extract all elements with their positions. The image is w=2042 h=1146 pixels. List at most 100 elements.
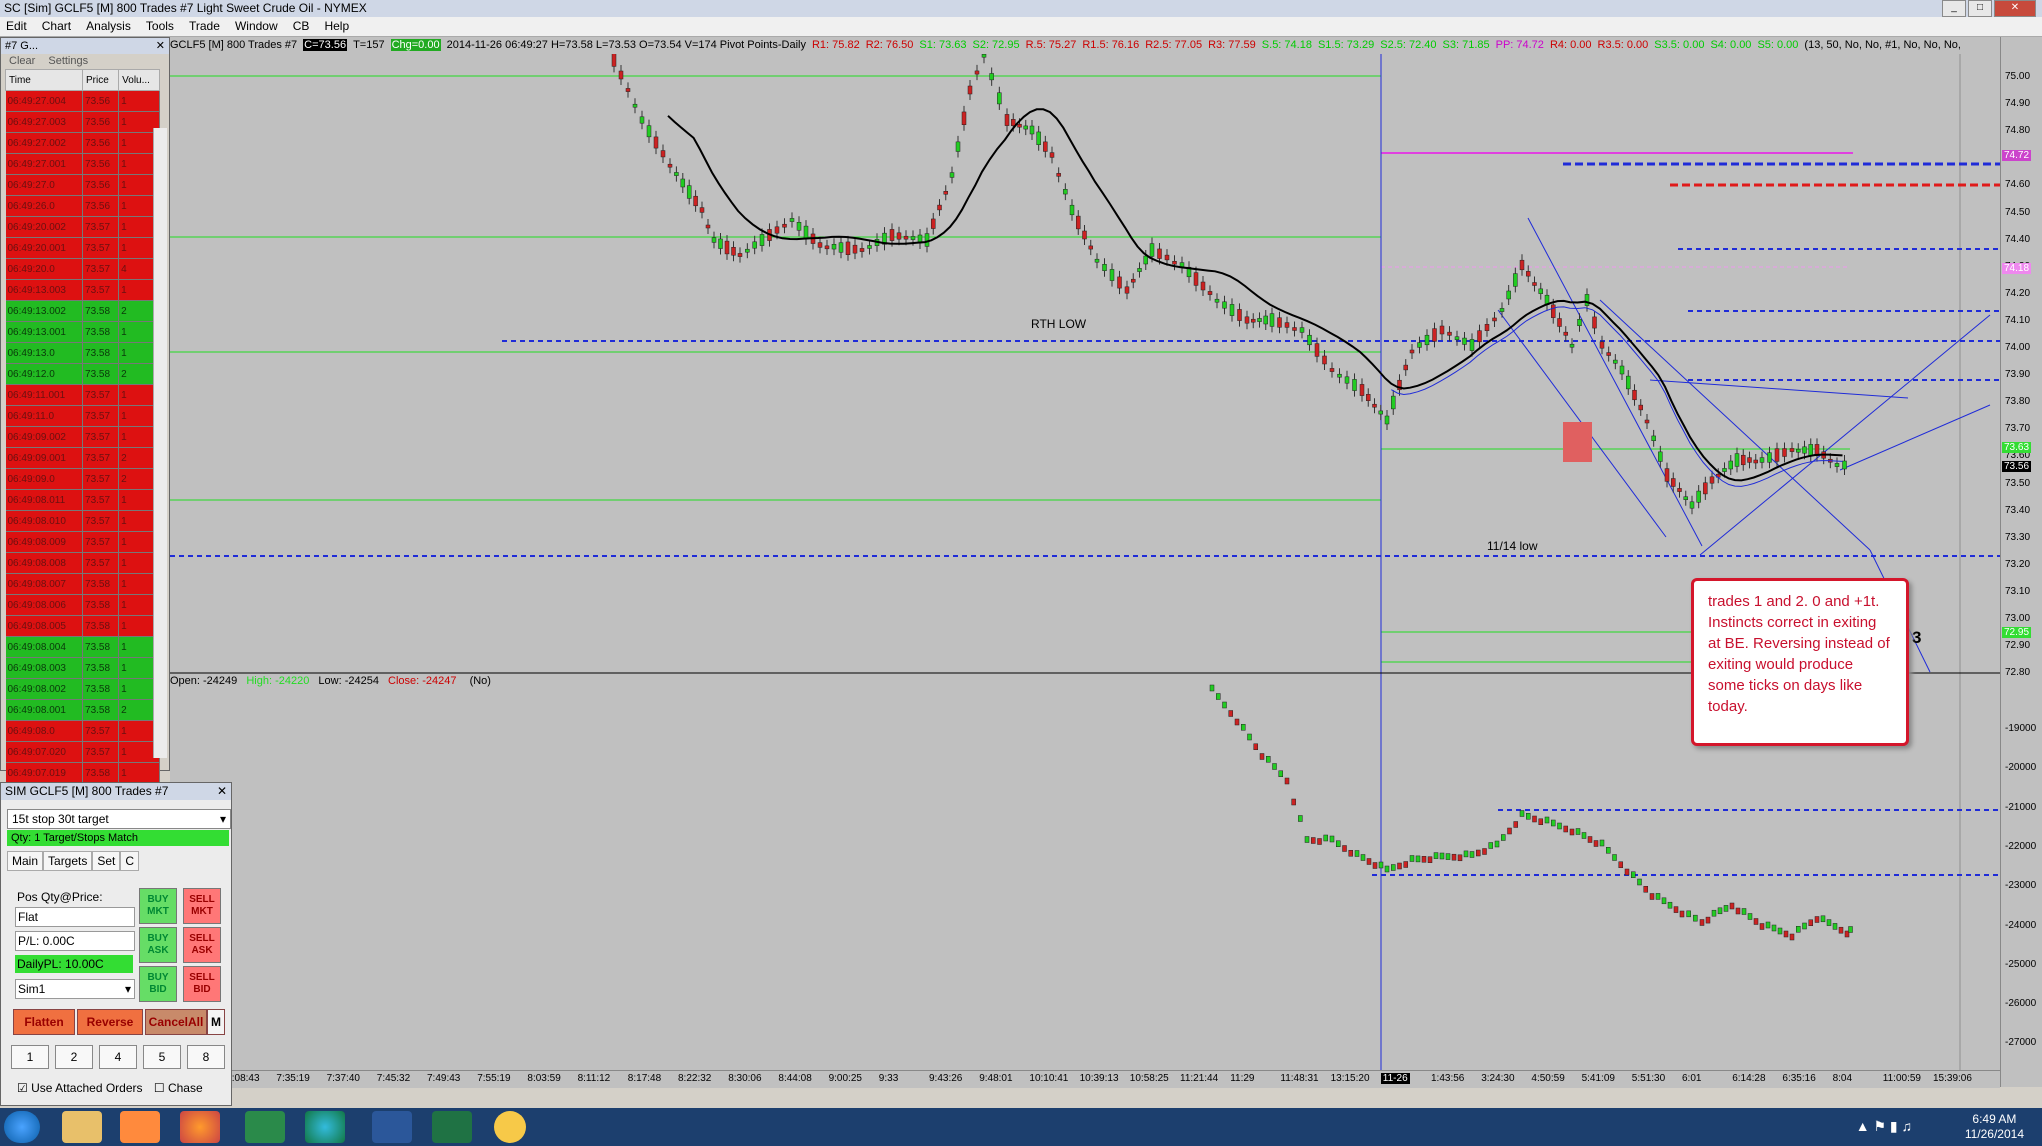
delta-candle [1234,718,1240,726]
checkbox-unchecked[interactable]: ☐ [154,1081,165,1095]
delta-candle [1272,763,1277,770]
delta-candle [1838,926,1844,934]
excel-icon[interactable] [432,1111,472,1143]
target-stops-status: Qty: 1 Target/Stops Match [7,830,229,846]
sub-axis-tick: -23000 [2005,880,2037,892]
col-price[interactable]: Price [82,69,120,91]
sell-bid-button[interactable]: SELL BID [183,966,221,1002]
minimize-button[interactable]: _ [1942,0,1966,17]
settings-button[interactable]: Settings [48,55,88,67]
app-icon[interactable] [494,1111,526,1143]
candle [1469,339,1475,351]
candle [1753,459,1758,464]
delta-candle [1476,849,1481,857]
sell-market-button[interactable]: SELL MKT [183,888,221,924]
chart-header-item: S2.5: 72.40 [1380,39,1437,51]
candle [1384,415,1390,425]
globe-icon[interactable] [305,1111,345,1143]
candle [1043,141,1048,152]
folder-icon[interactable] [62,1111,102,1143]
tab-set[interactable]: Set [92,851,121,871]
reverse-button[interactable]: Reverse [77,1009,143,1035]
close-button[interactable]: ✕ [1994,0,2036,17]
firefox-icon[interactable] [180,1111,220,1143]
price-tick: 73.10 [2005,585,2031,597]
delta-candle [1796,926,1801,933]
candle [1076,215,1081,230]
price-chart[interactable]: RTH LOW 11/14 low 3 [170,37,2000,1087]
time-sales-cell: 1 [118,90,160,112]
checkbox-checked[interactable]: ☑ [17,1081,28,1095]
time-sales-cell: 73.58 [82,573,120,595]
candle [724,240,730,255]
tab-targets[interactable]: Targets [43,851,93,871]
buy-ask-button[interactable]: BUY ASK [139,927,177,963]
delta-candle [1445,853,1451,860]
strategy-select[interactable]: 15t stop 30t target ▾ [7,809,231,829]
menu-analysis[interactable]: Analysis [80,17,137,36]
clock[interactable]: 6:49 AM 11/26/2014 [1965,1112,2024,1142]
sierra-chart-icon[interactable] [245,1111,285,1143]
time-sales-row: 06:49:08.004 73.58 1 [5,636,160,658]
time-tick: 10:39:13 [1079,1073,1119,1084]
col-time[interactable]: Time [4,69,84,91]
candle [1796,448,1801,453]
sell-ask-button[interactable]: SELL ASK [183,927,221,963]
buy-bid-button[interactable]: BUY BID [139,966,177,1002]
candle [1563,331,1568,336]
tab-c[interactable]: C [120,851,140,871]
flatten-button[interactable]: Flatten [13,1009,75,1035]
daily-pl-value: DailyPL: 10.00C [15,955,133,973]
col-volume[interactable]: Volu... [118,69,160,91]
account-select[interactable]: Sim1 ▾ [15,979,135,999]
delta-candle [1469,851,1475,858]
time-tick: 7:35:19 [276,1073,310,1084]
word-icon[interactable] [372,1111,412,1143]
tab-main[interactable]: Main [7,851,44,871]
time-sales-row: 06:49:20.001 73.57 1 [5,237,160,259]
candle [1626,375,1631,390]
candle [782,223,787,228]
time-tick: 9:33 [878,1073,899,1084]
system-tray[interactable]: ▲ ⚑ ▮ ♫ [1856,1118,1912,1135]
menu-cb[interactable]: CB [287,17,316,36]
time-sales-scrollbar[interactable] [153,128,167,758]
menu-tools[interactable]: Tools [140,17,180,36]
time-sales-cell: 06:49:20.002 [5,216,84,238]
close-icon[interactable]: ✕ [156,38,165,54]
use-attached-orders[interactable]: ☑ Use Attached Orders ☐ Chase [17,1081,203,1095]
candle [639,116,645,124]
candle [711,237,717,243]
time-sales-cell: 73.58 [82,678,120,700]
price-tick: 74.40 [2005,233,2031,245]
menu-chart[interactable]: Chart [36,17,77,36]
start-orb-icon[interactable] [4,1111,40,1143]
candle [1774,448,1780,462]
time-sales-cell: 73.57 [82,489,120,511]
qty-button-5[interactable]: 5 [143,1045,181,1069]
price-tick: 73.90 [2005,369,2031,381]
delta-candle [1266,756,1271,763]
qty-button-1[interactable]: 1 [11,1045,49,1069]
close-icon[interactable]: ✕ [217,783,227,800]
time-sales-row: 06:49:13.002 73.58 2 [5,300,160,322]
menu-help[interactable]: Help [318,17,355,36]
time-tick: 7:55:19 [477,1073,511,1084]
candle [931,218,936,229]
m-button[interactable]: M [207,1009,225,1035]
qty-button-8[interactable]: 8 [187,1045,225,1069]
chart-header-item: S5: 0.00 [1757,39,1799,51]
media-player-icon[interactable] [120,1111,160,1143]
menu-trade[interactable]: Trade [183,17,226,36]
qty-button-4[interactable]: 4 [99,1045,137,1069]
qty-button-2[interactable]: 2 [55,1045,93,1069]
time-sales-cell: 06:49:09.002 [5,426,84,448]
menu-window[interactable]: Window [229,17,284,36]
buy-market-button[interactable]: BUY MKT [139,888,177,924]
clear-button[interactable]: Clear [9,55,35,67]
cancel-all-button[interactable]: CancelAll [145,1009,207,1035]
maximize-button[interactable]: □ [1968,0,1992,17]
sub-low: Low: -24254 [318,675,379,687]
candle [1372,403,1377,408]
menu-edit[interactable]: Edit [0,17,33,36]
